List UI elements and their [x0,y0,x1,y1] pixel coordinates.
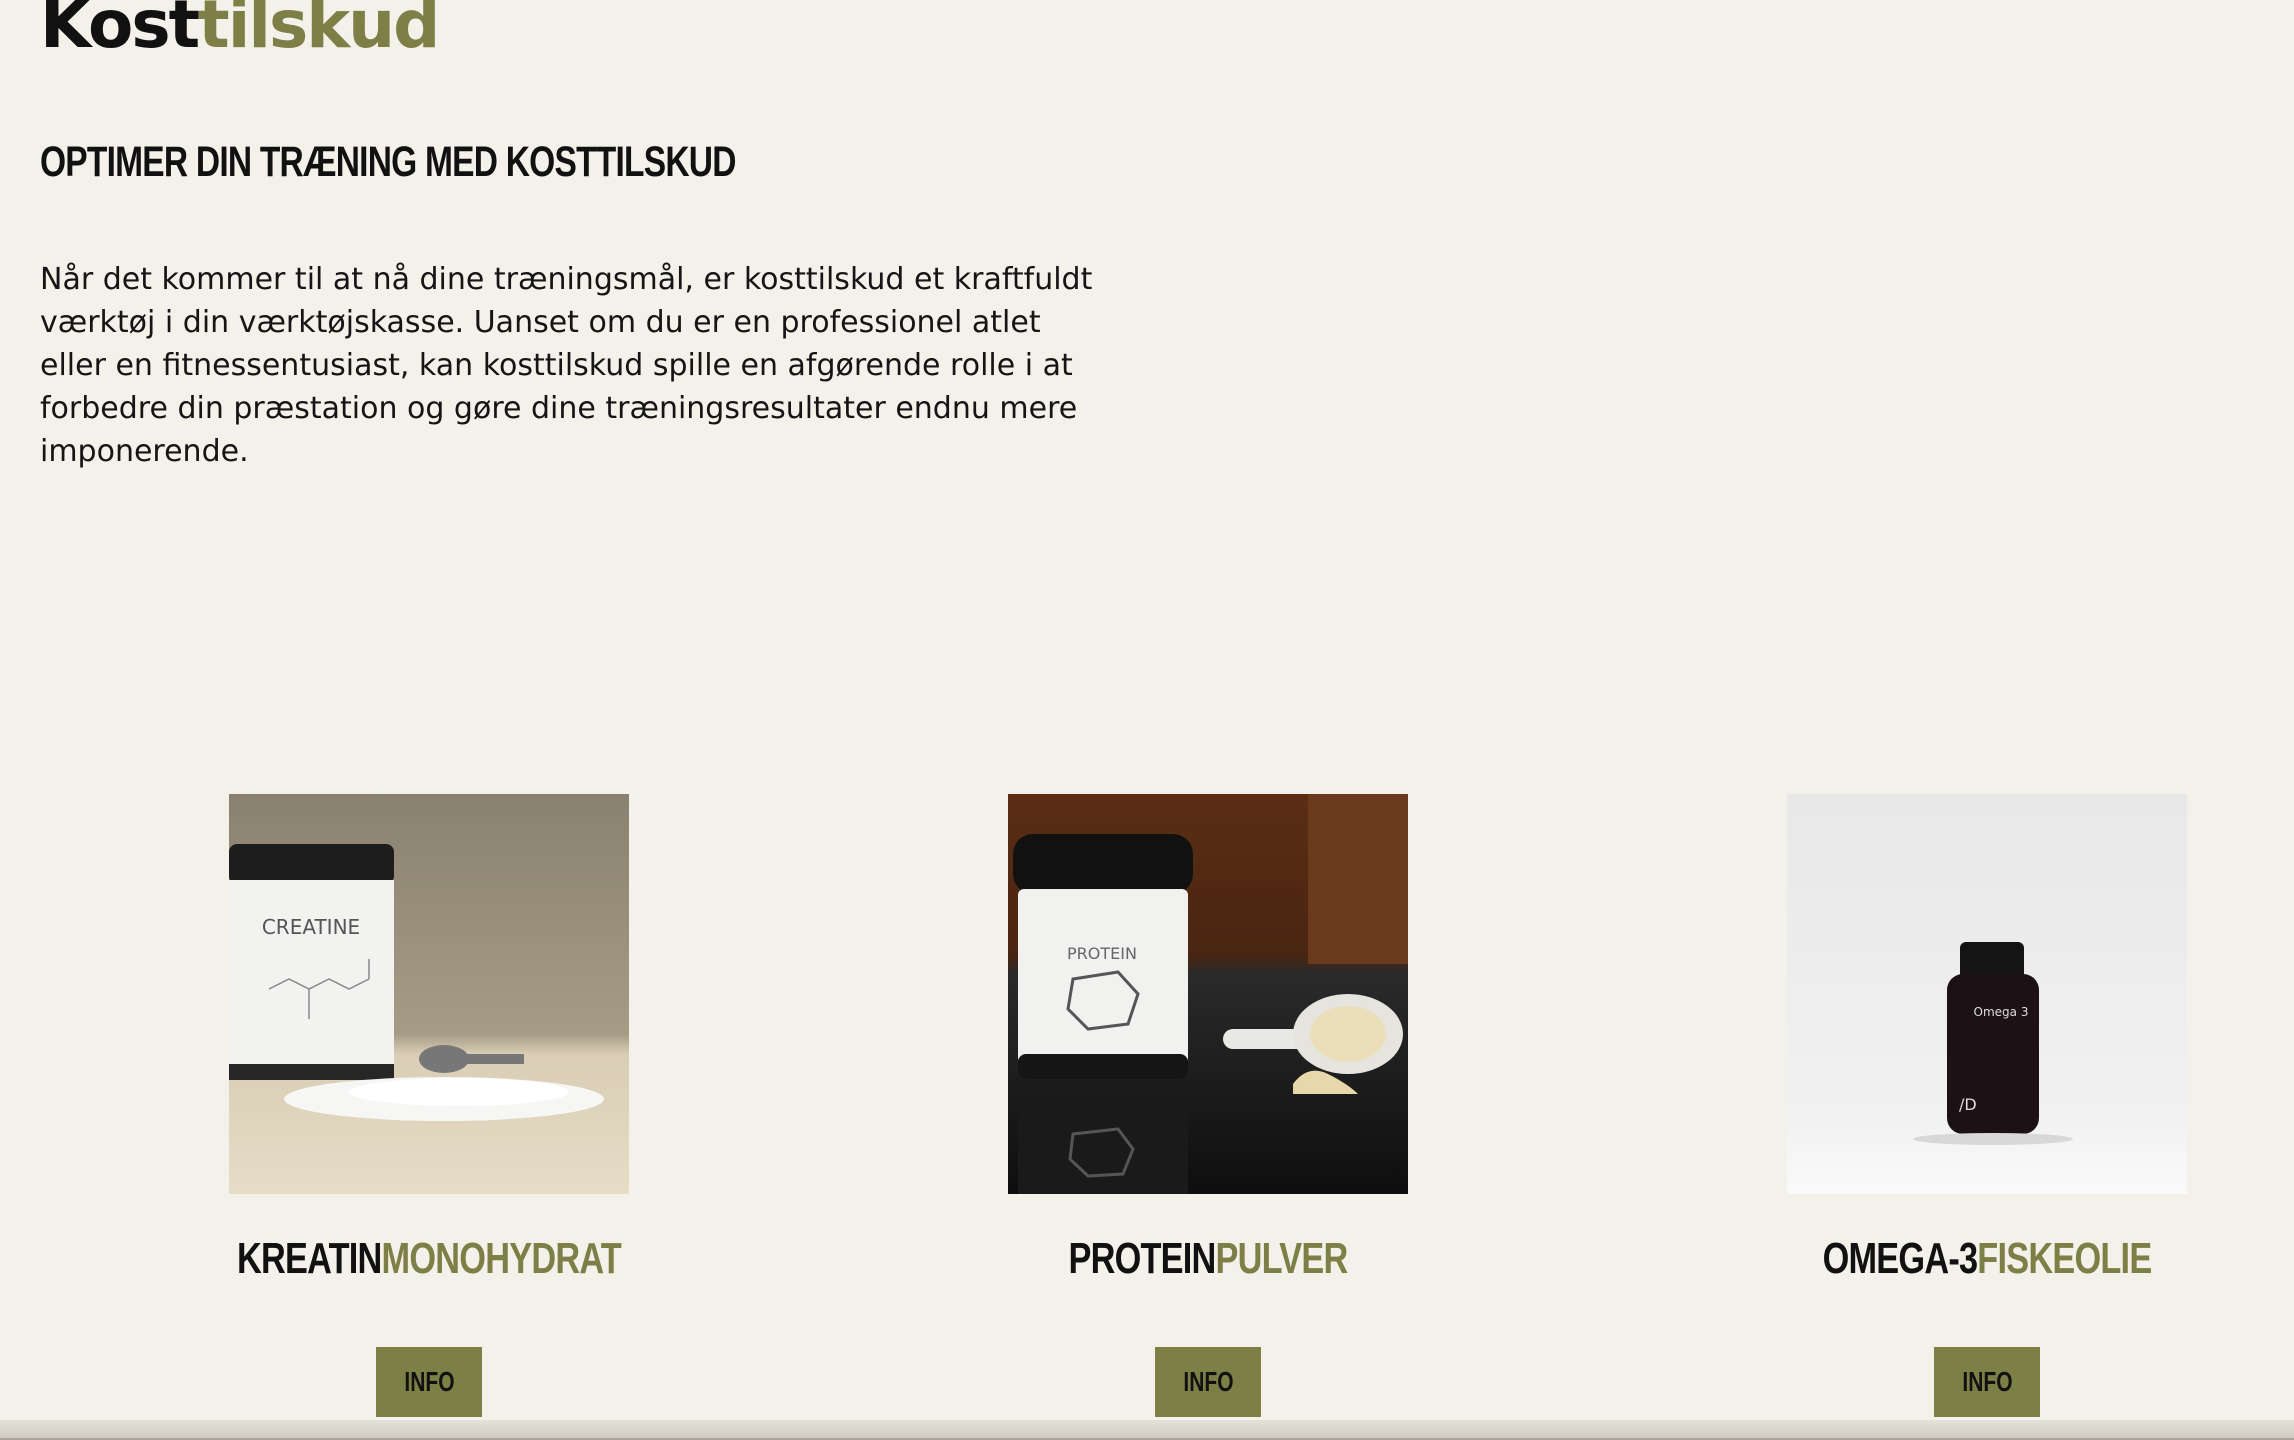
bottom-edge-bar [0,1420,2294,1440]
omega3-product-image[interactable]: Omega 3 /D [1787,794,2187,1194]
section-subheading: OPTIMER DIN TRÆNING MED KOSTTILSKUD [40,138,736,186]
product-name-creatine: KREATINMONOHYDRAT [237,1234,622,1283]
page-title: Kosttilskud [40,0,440,58]
protein-jar-label: PROTEIN [1067,944,1137,963]
product-card-omega3: Omega 3 /D OMEGA-3FISKEOLIE INFO [1787,794,2187,1417]
product-card-creatine: CREATINE KREATINMONOHYDRAT INFO [229,794,629,1417]
intro-paragraph: Når det kommer til at nå dine træningsmå… [40,262,1093,469]
page-title-dark: Kost [40,0,200,63]
product-name-protein: PROTEINPULVER [1068,1234,1348,1283]
product-name-omega3: OMEGA-3FISKEOLIE [1822,1234,2153,1283]
creatine-product-image[interactable]: CREATINE [229,794,629,1194]
product-card-protein: PROTEIN PROTEINPULVER INFO [1008,794,1408,1417]
creatine-info-button[interactable]: INFO [376,1347,482,1417]
protein-info-button[interactable]: INFO [1155,1347,1261,1417]
svg-text:/D: /D [1959,1095,1977,1114]
omega3-info-button[interactable]: INFO [1934,1347,2040,1417]
omega3-jar-label: Omega 3 [1974,1005,2029,1019]
protein-product-image[interactable]: PROTEIN [1008,794,1408,1194]
creatine-jar-label: CREATINE [262,915,360,939]
page-title-accent: tilskud [198,0,440,63]
